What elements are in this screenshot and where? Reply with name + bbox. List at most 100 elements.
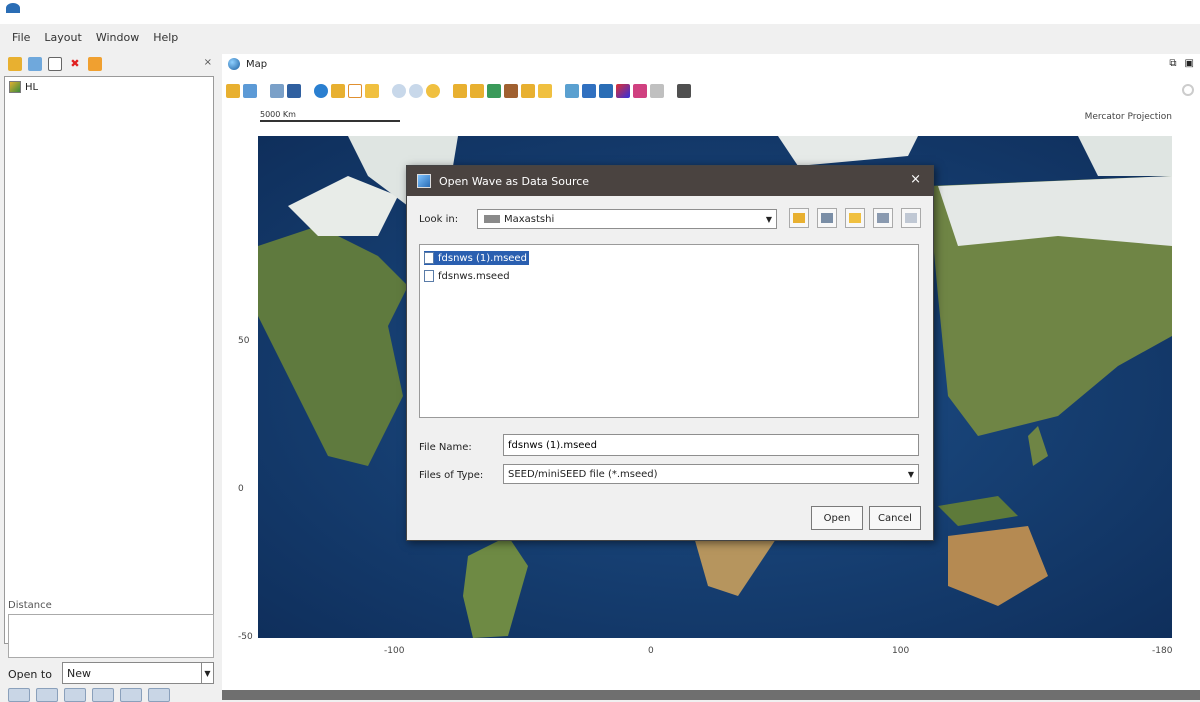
pencil-icon[interactable] bbox=[365, 84, 379, 98]
x-tick-label: 0 bbox=[648, 646, 654, 656]
wave-icon[interactable] bbox=[582, 84, 596, 98]
map-toolbar bbox=[226, 80, 691, 102]
projection-label: Mercator Projection bbox=[1084, 112, 1172, 122]
pencil-icon[interactable] bbox=[88, 57, 102, 71]
distance-field[interactable] bbox=[8, 614, 214, 658]
open-to-select[interactable]: New ▼ bbox=[62, 662, 214, 684]
dialog-title-bar[interactable]: Open Wave as Data Source × bbox=[407, 166, 933, 196]
window-buttons: ⧉ ▣ bbox=[1169, 58, 1194, 69]
new-frame-icon[interactable] bbox=[48, 57, 62, 71]
open-button[interactable]: Open bbox=[811, 506, 863, 530]
y-tick-label: 50 bbox=[238, 336, 250, 346]
file-list[interactable]: fdsnws (1).mseed fdsnws.mseed bbox=[419, 244, 919, 418]
add-layer-icon[interactable] bbox=[8, 57, 22, 71]
chevron-down-icon[interactable]: ▼ bbox=[904, 470, 918, 479]
file-name-label: File Name: bbox=[419, 442, 472, 453]
map-globe-icon[interactable] bbox=[243, 84, 257, 98]
panel-close-icon[interactable]: × bbox=[204, 57, 212, 68]
pan-icon[interactable] bbox=[426, 84, 440, 98]
refresh-icon[interactable] bbox=[1182, 84, 1194, 96]
scale-bar-label: 5000 Km bbox=[260, 110, 296, 119]
tab-map-label: Map bbox=[246, 58, 268, 70]
image-icon[interactable] bbox=[287, 84, 301, 98]
siberia-snow bbox=[938, 176, 1172, 246]
dialog-title: Open Wave as Data Source bbox=[439, 174, 590, 188]
list-item[interactable]: fdsnws.mseed bbox=[424, 269, 512, 283]
app-icon bbox=[6, 3, 20, 13]
spectrum-icon[interactable] bbox=[616, 84, 630, 98]
status-bar bbox=[222, 690, 1200, 700]
file-name: fdsnws (1).mseed bbox=[438, 252, 527, 264]
station-icon[interactable] bbox=[565, 84, 579, 98]
tab-map[interactable]: Map bbox=[228, 58, 267, 70]
new-folder-button[interactable] bbox=[845, 208, 865, 228]
open-file-dialog: Open Wave as Data Source × Look in: Maxa… bbox=[406, 165, 934, 541]
file-icon bbox=[424, 252, 434, 264]
menu-file[interactable]: File bbox=[12, 31, 30, 44]
select-box-icon[interactable] bbox=[348, 84, 362, 98]
layers-panel: ✖ × HL Distance Open to New ▼ bbox=[4, 52, 216, 702]
dialog-nav-buttons bbox=[789, 208, 921, 228]
folder-icon bbox=[484, 215, 500, 223]
next-extent-icon[interactable] bbox=[470, 84, 484, 98]
layer-icon bbox=[9, 81, 21, 93]
zoom-in-icon[interactable] bbox=[392, 84, 406, 98]
files-of-type-select[interactable]: SEED/miniSEED file (*.mseed) ▼ bbox=[503, 464, 919, 484]
menu-help[interactable]: Help bbox=[153, 31, 178, 44]
x-tick-label: -180 bbox=[1152, 646, 1173, 656]
files-of-type-label: Files of Type: bbox=[419, 470, 484, 481]
distance-label: Distance bbox=[8, 600, 52, 611]
select-icon[interactable] bbox=[331, 84, 345, 98]
zoom-out-icon[interactable] bbox=[409, 84, 423, 98]
look-in-value: Maxastshi bbox=[504, 213, 555, 225]
globe-icon bbox=[228, 58, 240, 70]
details-view-button[interactable] bbox=[901, 208, 921, 228]
menu-bar: File Layout Window Help bbox=[0, 26, 1200, 48]
maximize-icon[interactable]: ▣ bbox=[1185, 58, 1194, 69]
y-tick-label: 0 bbox=[238, 484, 244, 494]
list-view-button[interactable] bbox=[873, 208, 893, 228]
plot-icon[interactable] bbox=[599, 84, 613, 98]
close-icon[interactable]: × bbox=[910, 172, 921, 187]
file-icon bbox=[424, 270, 434, 282]
look-in-label: Look in: bbox=[419, 214, 459, 225]
scale-bar bbox=[260, 120, 400, 122]
open-to-label: Open to bbox=[8, 668, 52, 681]
x-tick-label: -100 bbox=[384, 646, 405, 656]
layer-item-label: HL bbox=[25, 81, 39, 93]
chevron-down-icon[interactable]: ▼ bbox=[201, 663, 213, 683]
layer-tree[interactable]: HL bbox=[4, 76, 214, 644]
identify-icon[interactable] bbox=[487, 84, 501, 98]
look-in-select[interactable]: Maxastshi ▼ bbox=[477, 209, 777, 229]
layout-icon[interactable] bbox=[226, 84, 240, 98]
file-name: fdsnws.mseed bbox=[438, 270, 510, 282]
settings-icon[interactable] bbox=[650, 84, 664, 98]
menu-layout[interactable]: Layout bbox=[44, 31, 81, 44]
measure-icon[interactable] bbox=[504, 84, 518, 98]
title-bar bbox=[0, 0, 1200, 24]
x-tick-label: 100 bbox=[892, 646, 910, 656]
files-of-type-value: SEED/miniSEED file (*.mseed) bbox=[508, 468, 658, 480]
open-to-value: New bbox=[67, 666, 91, 680]
list-item[interactable]: fdsnws (1).mseed bbox=[424, 251, 529, 265]
menu-window[interactable]: Window bbox=[96, 31, 139, 44]
label-icon[interactable] bbox=[521, 84, 535, 98]
popout-icon[interactable]: ⧉ bbox=[1169, 58, 1176, 69]
up-folder-button[interactable] bbox=[789, 208, 809, 228]
y-tick-label: -50 bbox=[238, 632, 253, 642]
home-button[interactable] bbox=[817, 208, 837, 228]
tools-icon[interactable] bbox=[677, 84, 691, 98]
delete-icon[interactable]: ✖ bbox=[68, 57, 82, 71]
raster-icon[interactable] bbox=[270, 84, 284, 98]
world-icon[interactable] bbox=[314, 84, 328, 98]
layer-item[interactable]: HL bbox=[9, 81, 38, 93]
cancel-button[interactable]: Cancel bbox=[869, 506, 921, 530]
file-name-input[interactable] bbox=[503, 434, 919, 456]
previous-extent-icon[interactable] bbox=[453, 84, 467, 98]
add-group-icon[interactable] bbox=[28, 57, 42, 71]
layers-toolbar: ✖ × bbox=[4, 52, 216, 76]
chevron-down-icon[interactable]: ▼ bbox=[762, 215, 776, 224]
filter-icon[interactable] bbox=[633, 84, 647, 98]
dialog-app-icon bbox=[417, 174, 431, 188]
hand-icon[interactable] bbox=[538, 84, 552, 98]
